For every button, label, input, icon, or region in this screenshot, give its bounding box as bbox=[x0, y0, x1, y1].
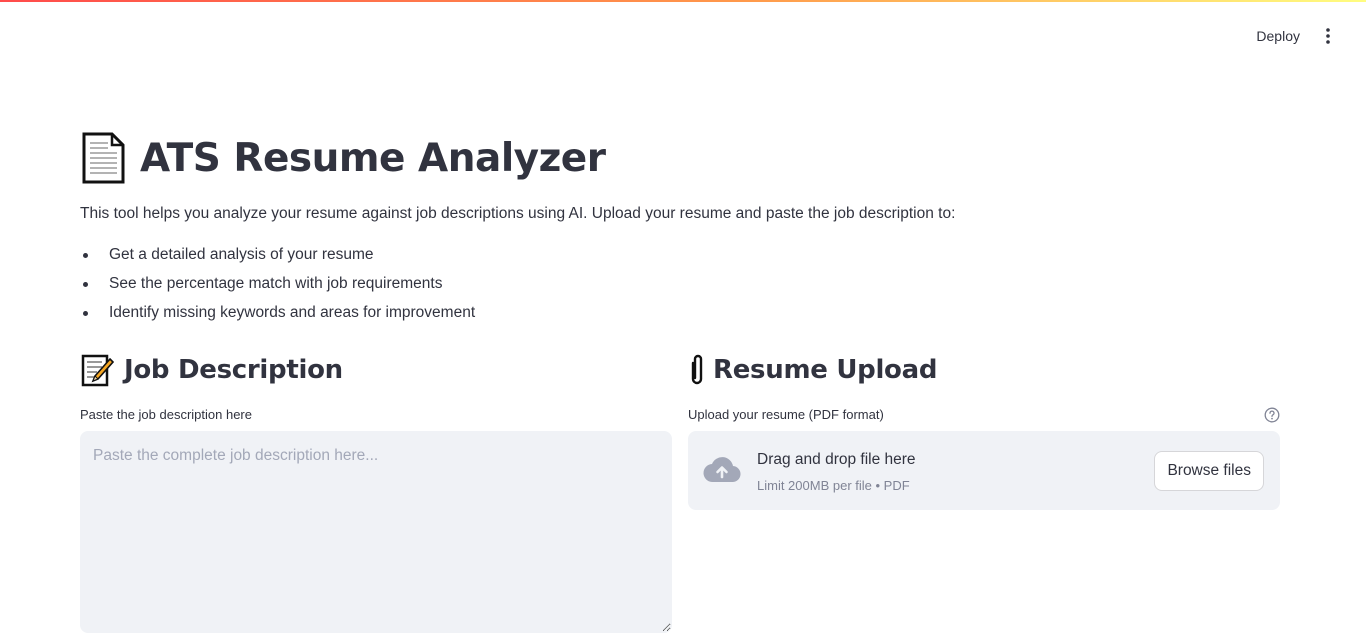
page-title-row: ATS Resume Analyzer bbox=[80, 130, 606, 186]
list-item: See the percentage match with job requir… bbox=[80, 274, 475, 303]
job-description-label: Paste the job description here bbox=[80, 407, 252, 422]
paperclip-icon bbox=[691, 354, 703, 385]
cloud-upload-icon bbox=[703, 457, 741, 483]
page-facing-up-icon bbox=[82, 132, 125, 184]
help-icon[interactable] bbox=[1264, 407, 1280, 423]
memo-icon bbox=[81, 354, 114, 387]
app-header: Deploy bbox=[0, 0, 1366, 60]
list-item: Get a detailed analysis of your resume bbox=[80, 245, 475, 274]
resume-upload-heading: Resume Upload bbox=[688, 352, 937, 388]
deploy-button[interactable]: Deploy bbox=[1252, 24, 1304, 48]
browse-files-button[interactable]: Browse files bbox=[1154, 451, 1264, 491]
main-menu-button[interactable] bbox=[1314, 24, 1342, 48]
list-item: Identify missing keywords and areas for … bbox=[80, 303, 475, 332]
resume-upload-title: Resume Upload bbox=[713, 355, 938, 385]
resume-upload-label: Upload your resume (PDF format) bbox=[688, 407, 884, 422]
page-title: ATS Resume Analyzer bbox=[140, 135, 606, 181]
file-dropzone[interactable]: Drag and drop file here Limit 200MB per … bbox=[688, 431, 1280, 510]
job-description-title: Job Description bbox=[124, 355, 343, 385]
intro-text: This tool helps you analyze your resume … bbox=[80, 205, 956, 222]
job-description-heading: Job Description bbox=[80, 352, 343, 388]
job-description-input[interactable] bbox=[80, 431, 672, 633]
more-vertical-icon bbox=[1326, 28, 1330, 44]
feature-list: Get a detailed analysis of your resume S… bbox=[80, 245, 475, 332]
dropzone-limit-text: Limit 200MB per file • PDF bbox=[757, 478, 910, 493]
dropzone-title: Drag and drop file here bbox=[757, 451, 916, 468]
